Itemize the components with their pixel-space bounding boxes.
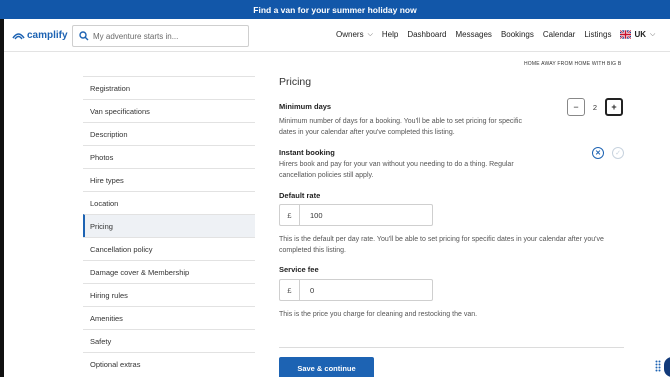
sidebar-item-label: Safety — [90, 336, 112, 346]
sidebar-item-description[interactable]: Description — [83, 122, 255, 145]
min-days-value: 2 — [592, 102, 598, 112]
chevron-down-icon: ⌵ — [367, 30, 373, 38]
nav-calendar[interactable]: Calendar — [543, 30, 575, 39]
window-edge — [0, 19, 4, 377]
camplify-logo-icon — [12, 33, 25, 40]
sidebar-item-van-specifications[interactable]: Van specifications — [83, 99, 255, 122]
listing-sidebar: Registration Van specifications Descript… — [83, 76, 255, 375]
nav-bookings[interactable]: Bookings — [501, 30, 534, 39]
form-divider — [279, 347, 624, 348]
currency-prefix: £ — [280, 280, 300, 300]
nav-dashboard[interactable]: Dashboard — [407, 30, 446, 39]
nav-owners[interactable]: Owners ⌵ — [336, 30, 373, 39]
min-days-label: Minimum days — [279, 102, 332, 111]
listing-title-breadcrumb: HOME AWAY FROM HOME WITH BIG B — [524, 61, 622, 67]
sidebar-item-damage-cover[interactable]: Damage cover & Membership — [83, 260, 255, 283]
sidebar-item-cancellation-policy[interactable]: Cancellation policy — [83, 237, 255, 260]
nav-listings-label: Listings — [584, 30, 612, 39]
promo-banner[interactable]: Find a van for your summer holiday now — [0, 0, 670, 19]
search-box[interactable] — [72, 25, 249, 47]
default-rate-label: Default rate — [279, 191, 321, 200]
search-input[interactable] — [93, 31, 243, 41]
nav-dashboard-label: Dashboard — [407, 30, 447, 39]
service-fee-field[interactable]: £ 0 — [279, 279, 433, 301]
default-rate-input[interactable]: 100 — [300, 205, 323, 225]
default-rate-description: This is the default per day rate. You'll… — [279, 236, 604, 254]
sidebar-item-label: Damage cover & Membership — [90, 267, 190, 277]
decrement-button[interactable]: − — [567, 98, 585, 116]
sidebar-item-label: Registration — [90, 83, 131, 93]
chat-widget-button[interactable] — [664, 357, 670, 377]
sidebar-item-amenities[interactable]: Amenities — [83, 306, 255, 329]
sidebar-item-pricing[interactable]: Pricing — [83, 214, 255, 237]
nav-calendar-label: Calendar — [542, 30, 576, 39]
min-days-description: Minimum number of days for a booking. Yo… — [279, 118, 522, 136]
default-rate-field[interactable]: £ 100 — [279, 204, 433, 226]
sidebar-item-label: Optional extras — [90, 359, 141, 369]
sidebar-item-label: Amenities — [90, 313, 123, 323]
service-fee-input[interactable]: 0 — [300, 280, 314, 300]
nav-owners-label: Owners — [336, 30, 364, 39]
increment-button[interactable]: + — [605, 98, 623, 116]
camplify-logo[interactable]: camplify — [12, 30, 68, 41]
sidebar-item-label: Hire types — [90, 175, 124, 185]
sidebar-item-registration[interactable]: Registration — [83, 76, 255, 99]
service-fee-label: Service fee — [279, 265, 319, 274]
region-label: UK — [634, 30, 647, 39]
sidebar-item-location[interactable]: Location — [83, 191, 255, 214]
sidebar-item-label: Description — [90, 129, 128, 139]
instant-booking-off-toggle[interactable]: ✕ — [592, 147, 604, 159]
sidebar-item-safety[interactable]: Safety — [83, 329, 255, 352]
sidebar-item-photos[interactable]: Photos — [83, 145, 255, 168]
grip-dots-icon — [655, 360, 661, 372]
chevron-down-icon: ⌵ — [650, 30, 656, 38]
page-title: Pricing — [279, 76, 312, 88]
instant-booking-description: Hirers book and pay for your van without… — [279, 161, 514, 179]
logo-text: camplify — [27, 30, 68, 41]
sidebar-item-label: Van specifications — [90, 106, 150, 116]
nav-bookings-label: Bookings — [500, 30, 534, 39]
min-days-stepper: − 2 + — [567, 98, 623, 116]
main-nav: Owners ⌵ Help Dashboard Messages Booking… — [336, 30, 664, 39]
sidebar-item-label: Location — [90, 198, 119, 208]
instant-booking-label: Instant booking — [279, 148, 335, 157]
region-selector[interactable]: UK ⌵ — [620, 30, 655, 39]
nav-messages-label: Messages — [455, 30, 492, 39]
nav-help-label: Help — [381, 30, 399, 39]
sidebar-item-hiring-rules[interactable]: Hiring rules — [83, 283, 255, 306]
promo-banner-text[interactable]: Find a van for your summer holiday now — [253, 5, 416, 15]
sidebar-item-label: Pricing — [90, 221, 113, 231]
uk-flag-icon — [620, 30, 632, 39]
instant-booking-on-toggle[interactable]: ✓ — [612, 147, 624, 159]
sidebar-item-hire-types[interactable]: Hire types — [83, 168, 255, 191]
service-fee-description: This is the price you charge for cleanin… — [279, 311, 478, 318]
save-continue-button[interactable]: Save & continue — [279, 357, 374, 377]
sidebar-item-label: Cancellation policy — [90, 244, 153, 254]
nav-listings[interactable]: Listings — [584, 30, 611, 39]
nav-messages[interactable]: Messages — [455, 30, 491, 39]
sidebar-item-label: Photos — [90, 152, 114, 162]
search-icon — [79, 31, 89, 41]
sidebar-item-optional-extras[interactable]: Optional extras — [83, 352, 255, 375]
currency-prefix: £ — [280, 205, 300, 225]
top-header: camplify Owners ⌵ Help Dashboard Message… — [4, 19, 670, 52]
nav-help[interactable]: Help — [382, 30, 398, 39]
sidebar-item-label: Hiring rules — [90, 290, 128, 300]
